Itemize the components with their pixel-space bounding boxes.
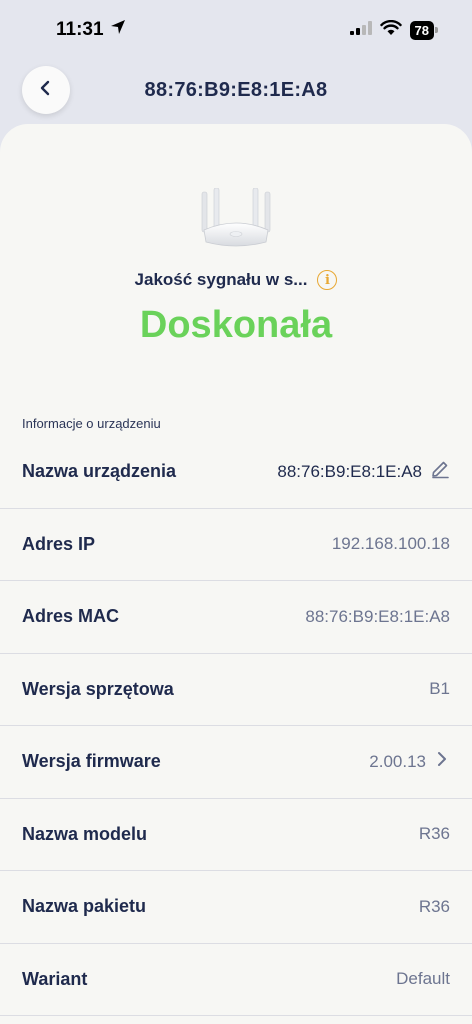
row-value: Default xyxy=(396,969,450,989)
back-button[interactable] xyxy=(22,66,70,114)
row-label: Wersja firmware xyxy=(22,751,161,772)
location-arrow-icon xyxy=(110,19,126,41)
row-variant: Wariant Default xyxy=(0,944,472,1016)
status-bar: 11:31 78 xyxy=(0,0,472,60)
row-package-name: Nazwa pakietu R36 xyxy=(0,871,472,944)
battery-indicator: 78 xyxy=(409,20,439,40)
row-ip-address: Adres IP 192.168.100.18 xyxy=(0,509,472,581)
row-model-name: Nazwa modelu R36 xyxy=(0,799,472,871)
row-label: Wersja sprzętowa xyxy=(22,678,174,699)
row-value: R36 xyxy=(418,824,450,844)
row-label: Wariant xyxy=(22,968,88,989)
row-device-name[interactable]: Nazwa urządzenia 88:76:B9:E8:1E:A8 xyxy=(0,436,472,509)
edit-pencil-icon[interactable] xyxy=(430,459,450,484)
section-title: Informacje o urządzeniu xyxy=(22,416,161,431)
device-info-list: Nazwa urządzenia 88:76:B9:E8:1E:A8 Adres… xyxy=(0,436,472,1016)
page-title: 88:76:B9:E8:1E:A8 xyxy=(144,78,328,101)
row-value: B1 xyxy=(429,679,450,699)
row-value: 192.168.100.18 xyxy=(331,534,450,554)
row-value-group: 88:76:B9:E8:1E:A8 xyxy=(277,459,450,484)
chevron-left-icon xyxy=(39,80,53,101)
signal-quality-value: Doskonała xyxy=(139,304,333,346)
row-value-group: 2.00.13 xyxy=(369,750,450,773)
row-value: 2.00.13 xyxy=(369,751,426,771)
row-label: Adres MAC xyxy=(22,606,120,627)
row-value: R36 xyxy=(418,896,450,916)
row-mac-address: Adres MAC 88:76:B9:E8:1E:A8 xyxy=(0,581,472,654)
row-label: Nazwa urządzenia xyxy=(22,461,177,482)
chevron-right-icon xyxy=(434,750,450,773)
row-label: Nazwa modelu xyxy=(22,823,148,844)
signal-quality-header: Jakość sygnału w s... i xyxy=(0,270,472,290)
status-time: 11:31 xyxy=(56,19,104,40)
row-label: Nazwa pakietu xyxy=(22,896,147,917)
router-icon xyxy=(201,188,271,247)
signal-quality-label: Jakość sygnału w s... xyxy=(134,270,308,289)
status-indicators: 78 xyxy=(349,19,439,41)
row-hardware-version: Wersja sprzętowa B1 xyxy=(0,654,472,726)
content-sheet: Jakość sygnału w s... i Doskonała Inform… xyxy=(0,124,472,1024)
row-firmware-version[interactable]: Wersja firmware 2.00.13 xyxy=(0,726,472,799)
row-value: 88:76:B9:E8:1E:A8 xyxy=(277,461,422,481)
row-value: 88:76:B9:E8:1E:A8 xyxy=(305,606,450,626)
cellular-signal-icon xyxy=(349,20,372,40)
nav-bar: 88:76:B9:E8:1E:A8 xyxy=(0,60,472,120)
router-image xyxy=(0,188,472,250)
info-icon[interactable]: i xyxy=(317,270,338,290)
row-label: Adres IP xyxy=(22,533,96,554)
status-time-group: 11:31 xyxy=(56,19,126,41)
wifi-icon xyxy=(379,19,402,41)
